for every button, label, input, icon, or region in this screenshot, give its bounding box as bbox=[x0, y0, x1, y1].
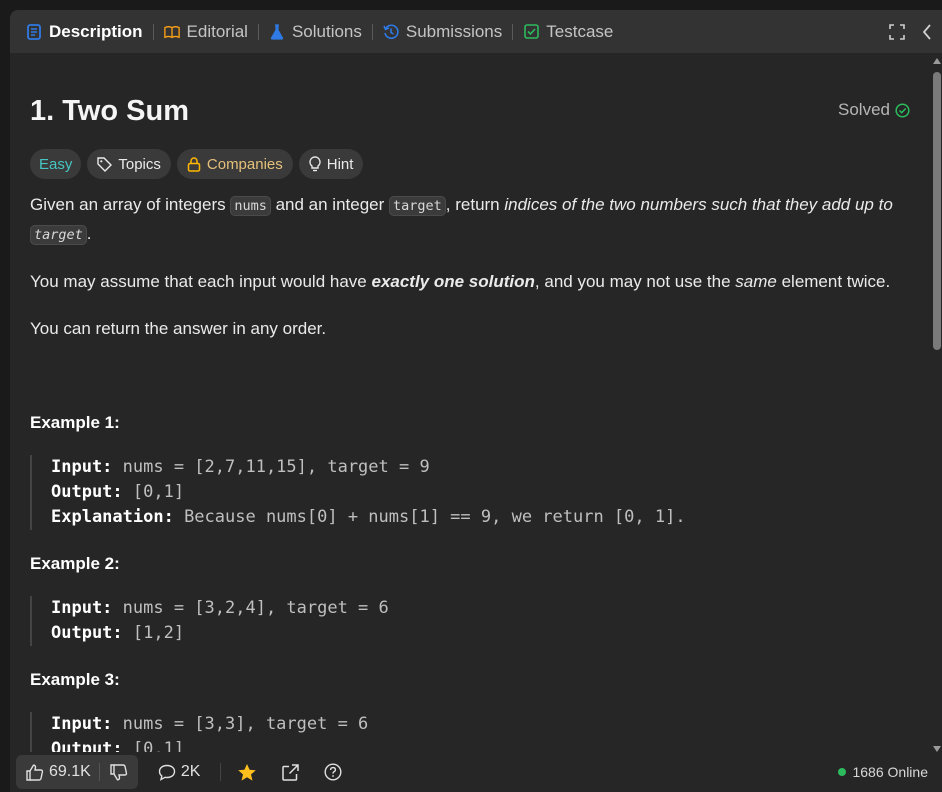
help-button[interactable] bbox=[318, 755, 353, 789]
maximize-icon bbox=[889, 23, 905, 40]
lock-icon bbox=[187, 156, 201, 172]
star-icon bbox=[238, 763, 257, 781]
maximize-button[interactable] bbox=[882, 10, 912, 53]
description-paragraph: You can return the answer in any order. bbox=[30, 319, 327, 338]
help-circle-icon bbox=[324, 763, 342, 781]
example-2-title: Example 2: bbox=[30, 554, 120, 573]
inline-code: target bbox=[30, 225, 87, 245]
likes-count: 69.1K bbox=[49, 763, 91, 780]
chevron-left-icon bbox=[922, 23, 931, 40]
description-paragraph: You may assume that each input would hav… bbox=[30, 272, 891, 291]
share-external-icon bbox=[282, 763, 300, 781]
problem-description: Given an array of integers nums and an i… bbox=[30, 191, 915, 362]
companies-label: Companies bbox=[206, 155, 283, 173]
thumbs-up-icon bbox=[26, 763, 44, 781]
online-indicator: 1686 Online bbox=[838, 764, 928, 780]
check-circle-icon bbox=[895, 102, 910, 118]
share-button[interactable] bbox=[276, 755, 310, 789]
scroll-up-arrow-icon[interactable] bbox=[933, 58, 941, 64]
tab-testcase[interactable]: Testcase bbox=[513, 10, 623, 53]
topics-button[interactable]: Topics bbox=[87, 149, 171, 179]
description-content: 1. Two Sum Solved Easy Topics Companies … bbox=[10, 53, 932, 752]
thumbs-down-icon bbox=[110, 763, 127, 781]
tab-description-label: Description bbox=[49, 21, 143, 41]
example-explanation: Explanation: Because nums[0] + nums[1] =… bbox=[51, 507, 686, 527]
example-input: Input: nums = [2,7,11,15], target = 9 bbox=[51, 457, 430, 477]
example-output: Output: [1,2] bbox=[51, 623, 185, 643]
tag-icon bbox=[97, 156, 113, 172]
example-1-title: Example 1: bbox=[30, 413, 120, 432]
example-2-block: Input: nums = [3,2,4], target = 6 Output… bbox=[30, 596, 389, 646]
tab-solutions-label: Solutions bbox=[291, 21, 362, 41]
companies-button[interactable]: Companies bbox=[176, 149, 293, 179]
problem-tags: Easy Topics Companies Hint bbox=[30, 149, 364, 179]
tab-submissions[interactable]: Submissions bbox=[373, 10, 512, 53]
tab-submissions-label: Submissions bbox=[405, 21, 503, 41]
history-icon bbox=[383, 24, 399, 40]
downvote-button[interactable] bbox=[100, 755, 138, 789]
topics-label: Topics bbox=[118, 155, 161, 173]
scrollbar-thumb[interactable] bbox=[933, 72, 941, 350]
description-paragraph: Given an array of integers nums and an i… bbox=[30, 195, 893, 245]
example-3-title: Example 3: bbox=[30, 670, 120, 689]
problem-title: 1. Two Sum bbox=[30, 95, 189, 127]
collapse-button[interactable] bbox=[912, 10, 942, 53]
online-dot-icon bbox=[838, 768, 847, 776]
footer-separator bbox=[220, 763, 222, 781]
online-count: 1686 Online bbox=[852, 764, 928, 780]
inline-code: nums bbox=[230, 196, 271, 216]
upvote-button[interactable]: 69.1K bbox=[16, 755, 99, 789]
difficulty-badge: Easy bbox=[30, 149, 82, 179]
inline-code: target bbox=[389, 196, 446, 216]
tab-editorial-label: Editorial bbox=[186, 21, 248, 41]
example-output: Output: [0,1] bbox=[51, 482, 185, 502]
favorite-button[interactable] bbox=[231, 755, 268, 789]
lightbulb-icon bbox=[309, 156, 321, 172]
example-input: Input: nums = [3,2,4], target = 6 bbox=[51, 598, 389, 618]
example-output: Output: [0,1] bbox=[51, 739, 185, 752]
tab-bar: Description Editorial Solutions Submissi… bbox=[10, 10, 942, 53]
checkbox-icon bbox=[523, 24, 539, 40]
tab-solutions[interactable]: Solutions bbox=[259, 10, 372, 53]
comment-icon bbox=[158, 764, 176, 781]
comments-count: 2K bbox=[180, 763, 201, 780]
example-3-block: Input: nums = [3,3], target = 6 Output: … bbox=[30, 712, 368, 752]
flask-icon bbox=[269, 23, 285, 40]
vote-group: 69.1K bbox=[16, 755, 138, 789]
example-input: Input: nums = [3,3], target = 6 bbox=[51, 714, 369, 734]
document-icon bbox=[26, 23, 42, 40]
hint-button[interactable]: Hint bbox=[298, 149, 364, 179]
example-1-block: Input: nums = [2,7,11,15], target = 9 Ou… bbox=[30, 455, 686, 530]
solved-status: Solved bbox=[838, 100, 910, 120]
bottom-action-bar: 69.1K 2K 1686 Online bbox=[10, 752, 942, 792]
tab-testcase-label: Testcase bbox=[546, 21, 614, 41]
problem-panel: Description Editorial Solutions Submissi… bbox=[10, 10, 942, 792]
tab-description[interactable]: Description bbox=[10, 10, 153, 53]
book-icon bbox=[163, 24, 180, 40]
comments-button[interactable]: 2K bbox=[152, 755, 207, 789]
tab-bar-actions bbox=[882, 10, 942, 53]
solved-label: Solved bbox=[838, 100, 890, 119]
tab-editorial[interactable]: Editorial bbox=[154, 10, 258, 53]
hint-label: Hint bbox=[326, 155, 354, 173]
